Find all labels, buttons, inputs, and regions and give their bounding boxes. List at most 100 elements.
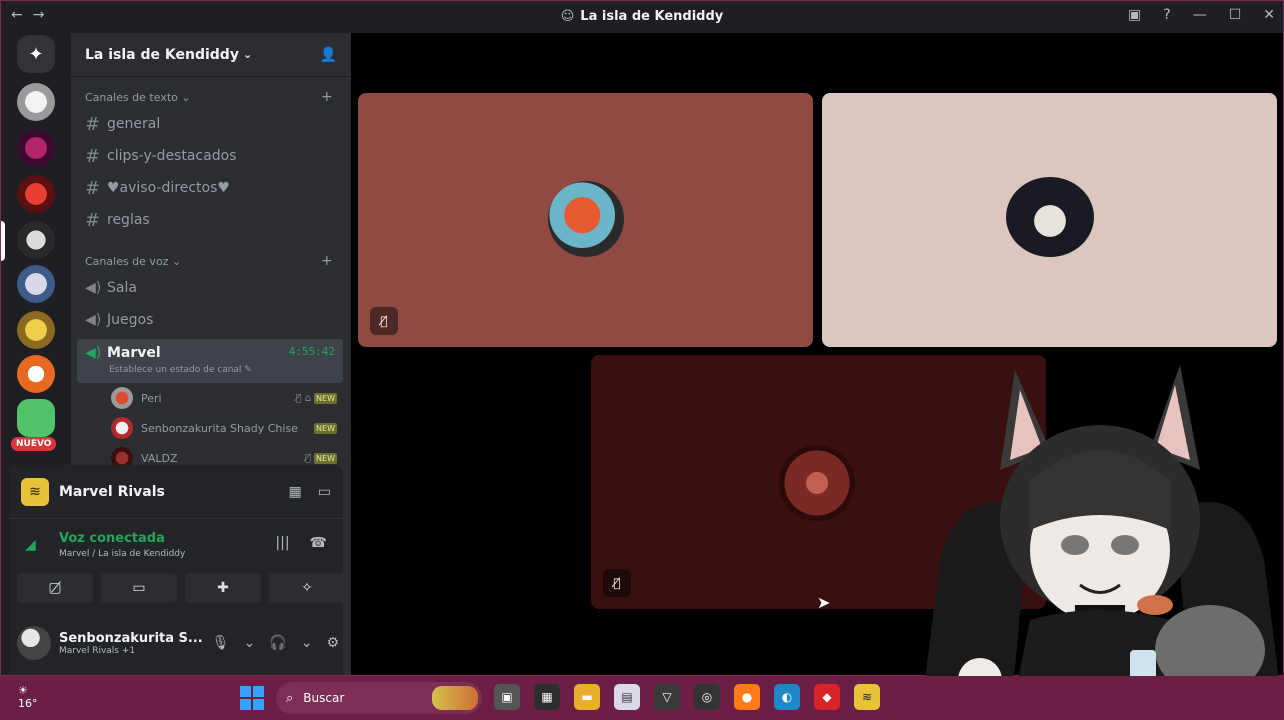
voice-channel-path[interactable]: Marvel / La isla de Kendiddy [59,549,185,559]
muted-icon: 🎙̸ [305,452,312,464]
edge-icon[interactable]: ◐ [774,684,800,710]
disconnect-icon[interactable]: ☎ [310,535,327,551]
headphones-icon[interactable]: 🎧 [269,635,286,651]
server-icon: ☺ [560,9,575,24]
user-badge: NEW [314,392,337,404]
server-avatar-8[interactable] [17,399,55,437]
title-bar: ← → ☺ La isla de Kendiddy ▣ ? — ☐ ✕ [1,1,1283,33]
add-text-channel-icon[interactable]: + [321,89,333,105]
guild-header[interactable]: La isla de Kendiddy ⌄ 👤 [71,33,351,77]
server-avatar-5[interactable] [17,265,55,303]
active-server-indicator [1,221,5,261]
chevron-down-icon[interactable]: ⌄ [244,635,256,651]
app-icon[interactable]: ◎ [694,684,720,710]
participant-avatar [1006,177,1094,257]
taskbar-apps: ▣ ▦ ▬ ▤ ▽ ◎ ● ◐ ◆ ≋ [494,684,880,710]
marvel-rivals-icon: ≋ [21,477,49,506]
participant-tile-1[interactable]: 🎙̸ [358,93,813,347]
screen-share-button[interactable]: ▭ [101,573,177,603]
taskbar-search[interactable]: ⌕ Buscar [276,682,482,714]
server-avatar-1[interactable] [17,83,55,121]
voice-user[interactable]: Peri 🎙̸ ⌂ NEW [111,385,337,411]
avatar [111,387,133,409]
channel-clips[interactable]: # clips-y-destacados [85,141,337,171]
minimize-icon[interactable]: — [1193,7,1207,23]
search-highlight-image [432,686,478,710]
discord-home-icon[interactable]: ✦ [17,35,55,73]
settings-gear-icon[interactable]: ⚙ [326,635,339,651]
muted-icon: 🎙̸ [370,307,398,335]
mouse-cursor-icon: ➤ [817,593,831,612]
app-icon[interactable]: ▽ [654,684,680,710]
voice-status[interactable]: Voz conectada [59,531,165,546]
app-icon[interactable]: ◆ [814,684,840,710]
server-avatar-7[interactable] [17,355,55,393]
voice-channel-marvel[interactable]: ◀) Marvel 4:55:42 Establece un estado de… [77,339,343,383]
file-explorer-icon[interactable]: ▬ [574,684,600,710]
firefox-icon[interactable]: ● [734,684,760,710]
inbox-icon[interactable]: ▣ [1128,7,1141,23]
activity-store-icon[interactable]: ▦ [289,484,302,500]
server-avatar-3[interactable] [17,175,55,213]
weather-icon: ☀ [18,684,28,697]
user-panel: Senbonzakurita S... Marvel Rivals +1 🎙 ⌄… [17,617,339,669]
search-icon: ⌕ [286,690,294,706]
hash-icon: # [85,145,101,167]
marvel-rivals-icon[interactable]: ≋ [854,684,880,710]
app-icon[interactable]: ▦ [534,684,560,710]
voice-user[interactable]: Senbonzakurita Shady Chise NEW [111,415,337,441]
guild-name: La isla de Kendiddy [85,46,239,63]
user-avatar[interactable] [17,626,51,660]
voice-channel-sala[interactable]: ◀) Sala [85,273,337,303]
help-icon[interactable]: ? [1163,7,1170,23]
invite-people-icon[interactable]: 👤 [320,47,337,63]
weather-widget[interactable]: ☀ 16° [18,684,46,712]
soundboard-button[interactable]: ✧ [269,573,345,603]
chevron-down-icon[interactable]: ⌄ [301,635,313,651]
participant-tile-2[interactable] [822,93,1277,347]
hash-icon: # [85,113,101,135]
game-icon: ⌂ [304,392,312,404]
voice-channel-juegos[interactable]: ◀) Juegos [85,305,337,335]
participant-avatar [779,445,855,521]
noise-suppression-icon[interactable]: ||| [275,535,289,551]
speaker-icon: ◀) [85,345,102,361]
game-activity: ≋ Marvel Rivals ▦ ▭ [9,465,343,519]
speaker-icon: ◀) [85,280,102,296]
new-badge: NUEVO [11,437,57,451]
windows-start-icon[interactable] [240,686,264,710]
user-name[interactable]: Senbonzakurita S... [59,631,203,646]
user-badge: NEW [314,422,337,434]
vtuber-avatar-overlay [920,365,1284,720]
voice-category[interactable]: Canales de voz ⌄ + [85,253,333,269]
user-badge: NEW [314,452,337,464]
channel-aviso[interactable]: # ♥aviso-directos♥ [85,173,337,203]
server-avatar-4[interactable] [17,221,55,259]
channel-reglas[interactable]: # reglas [85,205,337,235]
camera-off-button[interactable]: ▢̸ [17,573,93,603]
server-avatar-6[interactable] [17,311,55,349]
voice-connection: ◢ Voz conectada Marvel / La isla de Kend… [21,527,331,567]
voice-timer: 4:55:42 [288,345,335,358]
participant-avatar [548,181,624,257]
add-voice-channel-icon[interactable]: + [321,253,333,269]
maximize-icon[interactable]: ☐ [1229,7,1242,23]
chevron-down-icon: ⌄ [242,48,253,61]
hash-icon: # [85,209,101,231]
activity-screen-icon[interactable]: ▭ [318,484,331,500]
text-category[interactable]: Canales de texto ⌄ + [85,89,333,105]
activities-icon: ✚ [217,580,229,596]
channel-general[interactable]: # general [85,109,337,139]
voice-controls: ▢̸ ▭ ✚ ✧ [17,573,345,603]
channel-status-hint[interactable]: Establece un estado de canal ✎ [109,365,252,375]
server-avatar-2[interactable] [17,129,55,167]
task-view-icon[interactable]: ▣ [494,684,520,710]
user-status: Marvel Rivals +1 [59,645,136,656]
windows-taskbar: ☀ 16° ⌕ Buscar ▣ ▦ ▬ ▤ ▽ ◎ ● ◐ ◆ ≋ [0,676,1284,720]
close-icon[interactable]: ✕ [1263,7,1275,23]
store-icon[interactable]: ▤ [614,684,640,710]
microphone-icon[interactable]: 🎙 [212,635,230,651]
voice-activity-panel: ≋ Marvel Rivals ▦ ▭ ◢ Voz conectada Marv… [9,465,345,675]
activities-button[interactable]: ✚ [185,573,261,603]
speaker-icon: ◀) [85,312,102,328]
